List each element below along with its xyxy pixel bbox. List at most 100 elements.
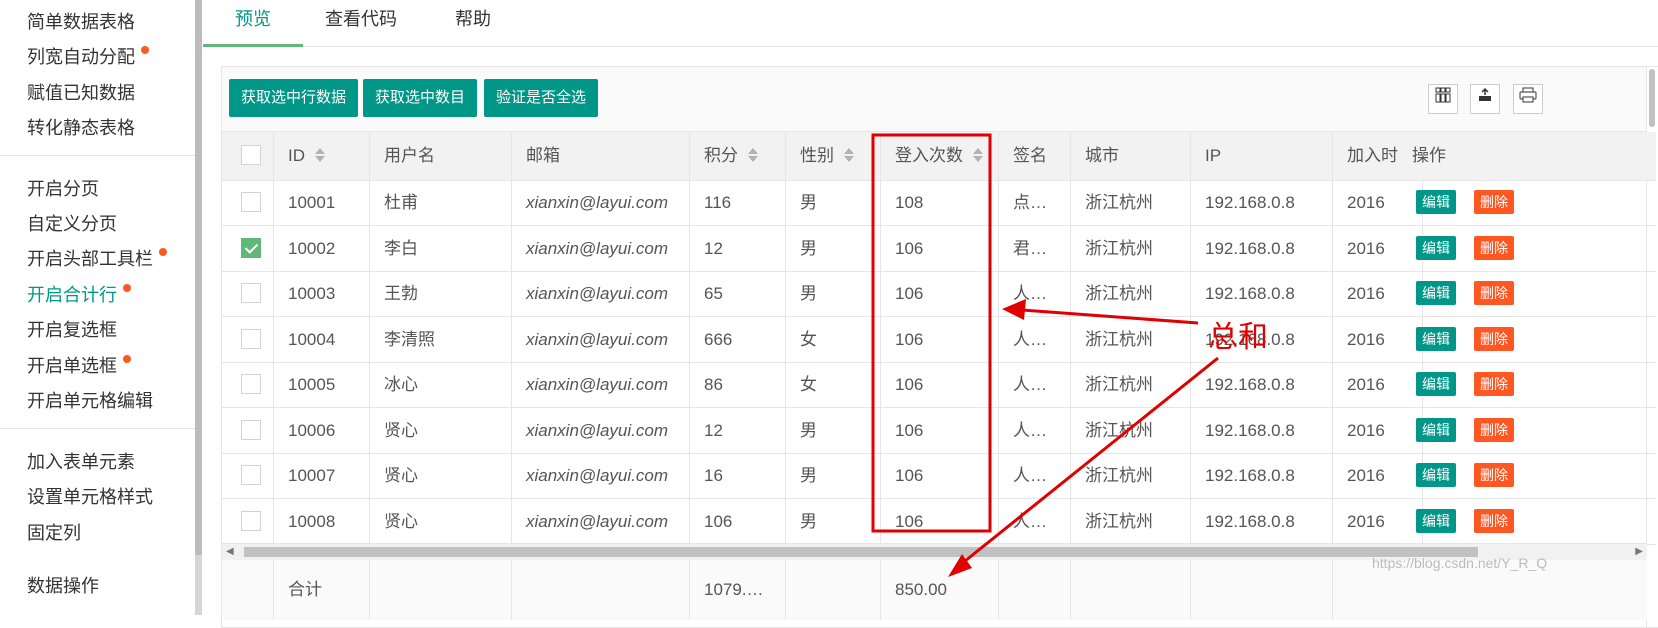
cell-city: 浙江杭州 [1071, 316, 1191, 362]
cell-login-count: 108 [881, 180, 999, 225]
delete-button[interactable]: 删除 [1474, 235, 1514, 260]
sidebar-item[interactable]: 开启分页 [27, 175, 99, 201]
delete-button[interactable]: 删除 [1474, 463, 1514, 487]
annotation-label: 总和 [1208, 321, 1268, 354]
sort-icon[interactable] [844, 147, 854, 162]
cell-email: xianxin@layui.com [512, 498, 690, 544]
sidebar-item[interactable]: 开启合计行 [27, 281, 131, 307]
row-checkbox[interactable] [241, 328, 261, 349]
delete-button[interactable]: 删除 [1474, 190, 1514, 214]
column-header-label: 签名 [1013, 146, 1047, 165]
edit-button[interactable]: 编辑 [1416, 326, 1456, 351]
print-icon[interactable] [1513, 84, 1543, 114]
column-header-login-count[interactable]: 登入次数 [881, 132, 999, 180]
sidebar-item[interactable]: 加入表单元素 [27, 448, 135, 474]
cell-city: 浙江杭州 [1071, 180, 1191, 225]
actions-header-row: 操作 [1398, 132, 1656, 181]
sidebar-item[interactable]: 列宽自动分配 [27, 43, 149, 69]
actions-row: 编辑 删除 [1398, 317, 1656, 363]
row-checkbox[interactable] [241, 374, 261, 394]
table-row[interactable]: 10008 贤心 xianxin@layui.com 106 男 106 人… 浙江杭州 192… [222, 498, 1423, 545]
sidebar-divider [0, 428, 195, 429]
tab-view-code[interactable]: 查看代码 [311, 0, 411, 44]
cell-ip: 192.168.0.8 [1191, 225, 1333, 271]
scroll-right-icon[interactable]: ▶ [1635, 546, 1643, 557]
sort-icon[interactable] [748, 147, 758, 162]
sidebar-item[interactable]: 开启单元格编辑 [27, 387, 153, 413]
horizontal-scrollbar-thumb[interactable] [244, 547, 1478, 557]
cell-ip: 192.168.0.8 [1191, 453, 1333, 498]
row-checkbox[interactable] [241, 237, 261, 258]
select-all-checkbox[interactable] [241, 145, 261, 165]
cell-ip: 192.168.0.8 [1191, 498, 1333, 544]
sidebar-item-label: 开启合计行 [27, 285, 117, 305]
edit-button[interactable]: 编辑 [1416, 417, 1456, 442]
row-checkbox[interactable] [241, 510, 261, 531]
get-selected-count-button[interactable]: 获取选中数目 [363, 79, 478, 117]
column-header-label: ID [288, 146, 305, 165]
table-row[interactable]: 10003 王勃 xianxin@layui.com 65 男 106 人… 浙江杭州 192.… [222, 271, 1423, 317]
column-header-label: 用户名 [384, 146, 435, 165]
sidebar-item[interactable]: 简单数据表格 [27, 8, 135, 34]
table-row[interactable]: 10005 冰心 xianxin@layui.com 86 女 106 人… 浙江杭州 192.… [222, 362, 1423, 408]
cell-email: xianxin@layui.com [512, 180, 690, 225]
delete-button[interactable]: 删除 [1474, 417, 1514, 442]
column-header-label: 城市 [1085, 146, 1119, 165]
edit-button[interactable]: 编辑 [1416, 463, 1456, 487]
table-row[interactable]: 10006 贤心 xianxin@layui.com 12 男 106 人… 浙江杭州 192.… [222, 407, 1423, 454]
edit-button[interactable]: 编辑 [1416, 508, 1456, 533]
cell-signature: 人… [999, 498, 1071, 544]
delete-button[interactable]: 删除 [1474, 281, 1514, 305]
table-row[interactable]: 10007 贤心 xianxin@layui.com 16 男 106 人… 浙江杭州 192.… [222, 453, 1423, 499]
scroll-left-icon[interactable]: ◀ [226, 546, 234, 557]
sidebar-item[interactable]: 转化静态表格 [27, 114, 135, 140]
column-header-score[interactable]: 积分 [690, 132, 786, 180]
edit-button[interactable]: 编辑 [1416, 235, 1456, 260]
sort-icon[interactable] [315, 147, 325, 162]
delete-button[interactable]: 删除 [1474, 372, 1514, 396]
edit-button[interactable]: 编辑 [1416, 190, 1456, 214]
cell-signature: 人… [999, 271, 1071, 316]
row-checkbox[interactable] [241, 283, 261, 303]
column-header-id[interactable]: ID [274, 132, 370, 180]
table-row[interactable]: 10001 杜甫 xianxin@layui.com 116 男 108 点… 浙江杭州 192… [222, 180, 1423, 226]
row-checkbox[interactable] [241, 192, 261, 212]
row-checkbox-cell [222, 407, 274, 453]
tab-help[interactable]: 帮助 [423, 0, 523, 44]
columns-icon[interactable] [1428, 84, 1458, 114]
cell-city: 浙江杭州 [1071, 453, 1191, 498]
actions-row: 编辑 删除 [1398, 408, 1656, 454]
sidebar-item[interactable]: 自定义分页 [27, 210, 117, 236]
sidebar-item[interactable]: 固定列 [27, 519, 81, 545]
cell-signature: 人… [999, 453, 1071, 498]
sidebar-item[interactable]: 开启复选框 [27, 316, 117, 342]
cell-gender: 男 [786, 498, 881, 544]
delete-button[interactable]: 删除 [1474, 508, 1514, 533]
cell-signature: 人… [999, 407, 1071, 453]
tab-preview[interactable]: 预览 [203, 0, 303, 47]
edit-button[interactable]: 编辑 [1416, 281, 1456, 305]
sort-icon[interactable] [973, 147, 983, 162]
sidebar-item[interactable]: 数据操作 [27, 572, 99, 598]
table-row[interactable]: 10002 李白 xianxin@layui.com 12 男 106 君… 浙江杭州 192.… [222, 225, 1423, 272]
cell-username: 贤心 [370, 453, 512, 498]
row-checkbox[interactable] [241, 419, 261, 440]
sidebar-item-label: 开启头部工具栏 [27, 249, 153, 269]
sidebar-scrollbar-thumb[interactable] [195, 0, 202, 555]
sidebar-item[interactable]: 开启单选框 [27, 352, 131, 378]
check-all-selected-button[interactable]: 验证是否全选 [484, 79, 599, 117]
table-scrollbar-thumb[interactable] [1649, 69, 1655, 127]
actions-row: 编辑 删除 [1398, 362, 1656, 408]
delete-button[interactable]: 删除 [1474, 326, 1514, 351]
get-selected-rows-button[interactable]: 获取选中行数据 [229, 79, 359, 117]
edit-button[interactable]: 编辑 [1416, 372, 1456, 396]
sidebar-item[interactable]: 赋值已知数据 [27, 79, 135, 105]
export-icon[interactable] [1470, 84, 1500, 114]
sidebar-scrollbar[interactable] [195, 0, 202, 615]
row-checkbox[interactable] [241, 465, 261, 485]
sidebar-item[interactable]: 设置单元格样式 [27, 483, 153, 509]
new-badge-dot-icon [123, 355, 131, 363]
column-header-gender[interactable]: 性别 [786, 132, 881, 180]
sidebar-item[interactable]: 开启头部工具栏 [27, 245, 167, 271]
cell-username: 李白 [370, 225, 512, 271]
